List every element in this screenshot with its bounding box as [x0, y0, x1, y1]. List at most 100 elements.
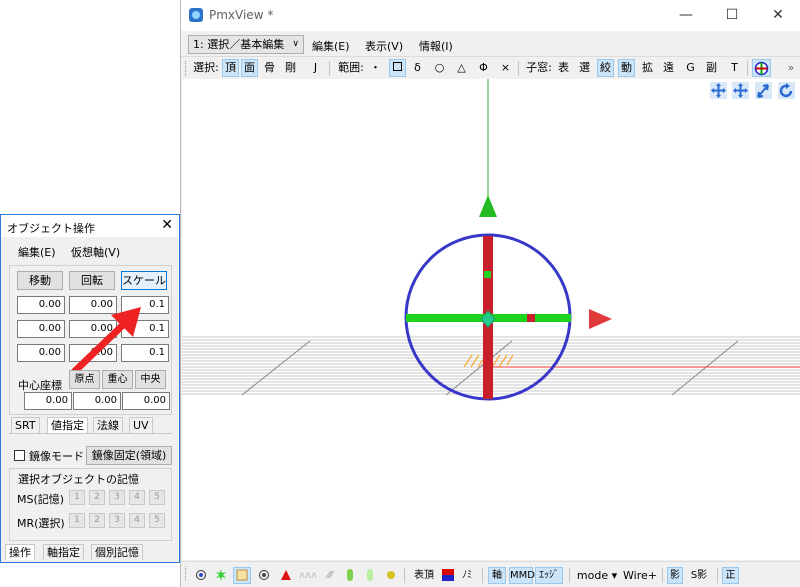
- child-far-button[interactable]: 遠: [660, 59, 677, 77]
- child-expand-button[interactable]: 拡: [639, 59, 656, 77]
- panel-close-button[interactable]: ✕: [161, 217, 173, 233]
- tab-operation[interactable]: 操作: [5, 544, 35, 560]
- status-sshadow-button[interactable]: S影: [687, 567, 711, 584]
- status-icon-4[interactable]: [256, 567, 272, 584]
- status-icon-1[interactable]: [193, 567, 209, 584]
- status-icon-5[interactable]: [277, 567, 295, 584]
- mirror-mode-checkbox[interactable]: [14, 450, 25, 461]
- target-icon-button[interactable]: [752, 59, 771, 77]
- ms-slot-2[interactable]: 2: [89, 490, 105, 505]
- center-x-field[interactable]: 0.00: [24, 392, 72, 410]
- close-button[interactable]: ✕: [755, 0, 800, 31]
- status-icon-9[interactable]: [363, 567, 377, 584]
- ms-slot-4[interactable]: 4: [129, 490, 145, 505]
- tab-uv[interactable]: UV: [129, 417, 153, 433]
- 3d-viewport[interactable]: [182, 79, 800, 560]
- toolbar: 選択: 頂 面 骨 剛 J 範囲: ・ δ ○ △ Φ × 子窓: 表 選 絞 …: [181, 56, 800, 78]
- ms-slot-3[interactable]: 3: [109, 490, 125, 505]
- maximize-button[interactable]: ☐: [709, 0, 755, 31]
- range-point-button[interactable]: ・: [367, 59, 384, 77]
- toolbar-separator: [747, 61, 748, 76]
- mr-label: MR(選択): [17, 517, 65, 530]
- range-rect-button[interactable]: [389, 59, 406, 77]
- range-phi-button[interactable]: Φ: [475, 59, 492, 77]
- middle-button[interactable]: 中央: [135, 370, 166, 389]
- child-select-button[interactable]: 選: [576, 59, 593, 77]
- status-wire-button[interactable]: Wire+: [622, 567, 658, 584]
- toolbar-grip[interactable]: [185, 61, 188, 76]
- mr-slot-2[interactable]: 2: [89, 513, 105, 528]
- statusbar-separator: [482, 568, 483, 583]
- child-table-button[interactable]: 表: [555, 59, 572, 77]
- select-face-button[interactable]: 面: [241, 59, 258, 77]
- range-triangle-button[interactable]: △: [453, 59, 470, 77]
- minimize-button[interactable]: —: [663, 0, 709, 31]
- toolbar-overflow[interactable]: »: [784, 59, 798, 77]
- tab-normal[interactable]: 法線: [93, 417, 123, 433]
- status-axis-button[interactable]: 軸: [488, 567, 506, 584]
- rotate-view-icon[interactable]: [778, 82, 795, 99]
- menu-view[interactable]: 表示(V): [365, 38, 403, 54]
- select-bone-button[interactable]: 骨: [261, 59, 278, 77]
- child-motion-button[interactable]: 動: [618, 59, 635, 77]
- tab-value[interactable]: 値指定: [47, 417, 88, 433]
- panel-menu-edit[interactable]: 編集(E): [18, 244, 56, 260]
- status-nomi[interactable]: ﾉﾐ: [458, 567, 476, 584]
- status-icon-10[interactable]: [383, 567, 399, 584]
- child-group-button[interactable]: G: [682, 59, 699, 77]
- y-arrow-head: [479, 195, 497, 217]
- pan-view-icon[interactable]: [732, 82, 749, 99]
- center-z-field[interactable]: 0.00: [122, 392, 170, 410]
- child-t-button[interactable]: T: [726, 59, 743, 77]
- transform-tabs: SRT 値指定 法線 UV: [9, 417, 172, 433]
- mr-slot-1[interactable]: 1: [69, 513, 85, 528]
- select-vertex-button[interactable]: 頂: [222, 59, 239, 77]
- center-y-field[interactable]: 0.00: [73, 392, 121, 410]
- zoom-view-icon[interactable]: [755, 82, 772, 99]
- origin-button[interactable]: 原点: [69, 370, 100, 389]
- panel-title-bar: オブジェクト操作 ✕: [1, 215, 179, 237]
- range-circle-button[interactable]: ○: [431, 59, 448, 77]
- status-icon-3[interactable]: [233, 567, 251, 584]
- statusbar-separator: [662, 568, 663, 583]
- tab-individual-memory[interactable]: 個別記憶: [91, 544, 143, 560]
- range-delta-button[interactable]: δ: [409, 59, 426, 77]
- status-ortho-button[interactable]: 正: [722, 567, 739, 584]
- child-sub-button[interactable]: 副: [703, 59, 720, 77]
- ms-slot-1[interactable]: 1: [69, 490, 85, 505]
- panel-menu-virtual-axis[interactable]: 仮想軸(V): [71, 244, 120, 260]
- status-mode-dropdown[interactable]: mode ▾: [574, 567, 620, 584]
- range-clear-button[interactable]: ×: [497, 59, 514, 77]
- mr-slot-3[interactable]: 3: [109, 513, 125, 528]
- panel-title: オブジェクト操作: [7, 222, 95, 235]
- menu-edit[interactable]: 編集(E): [312, 38, 350, 54]
- status-toolbar: ʌʌʌ ⁄⁄⁄ 表頂 ﾉﾐ 軸 MMD ｴｯｼﾞ mode ▾ Wire+ 影 …: [181, 561, 800, 587]
- child-filter-button[interactable]: 絞: [597, 59, 614, 77]
- mode-select[interactable]: 1: 選択／基本編集 ∨: [188, 35, 304, 54]
- statusbar-grip[interactable]: [185, 566, 188, 581]
- ms-slot-5[interactable]: 5: [149, 490, 165, 505]
- status-color-icon[interactable]: [441, 567, 455, 584]
- status-mmd-button[interactable]: MMD: [509, 567, 535, 584]
- mirror-fixed-button[interactable]: 鏡像固定(領域): [86, 446, 172, 465]
- status-icon-8[interactable]: [343, 567, 357, 584]
- select-joint-button[interactable]: J: [307, 59, 324, 77]
- tab-axis-spec[interactable]: 軸指定: [43, 544, 84, 560]
- status-icon-6[interactable]: ʌʌʌ: [299, 567, 317, 584]
- status-edge-button[interactable]: ｴｯｼﾞ: [535, 567, 563, 584]
- statusbar-separator: [569, 568, 570, 583]
- mr-slot-4[interactable]: 4: [129, 513, 145, 528]
- mr-slot-5[interactable]: 5: [149, 513, 165, 528]
- status-icon-2[interactable]: [213, 567, 229, 584]
- status-icon-7[interactable]: ⁄⁄⁄: [321, 567, 339, 584]
- centroid-button[interactable]: 重心: [102, 370, 133, 389]
- tab-srt[interactable]: SRT: [11, 417, 40, 433]
- status-show-vertex[interactable]: 表頂: [410, 567, 438, 584]
- viewport-canvas[interactable]: [182, 79, 800, 560]
- center-coords-label: 中心座標: [18, 379, 62, 392]
- menu-info[interactable]: 情報(I): [419, 38, 453, 54]
- move-view-icon[interactable]: [710, 82, 727, 99]
- select-rigid-button[interactable]: 剛: [282, 59, 299, 77]
- status-shadow-button[interactable]: 影: [667, 567, 683, 584]
- app-icon: [189, 8, 203, 22]
